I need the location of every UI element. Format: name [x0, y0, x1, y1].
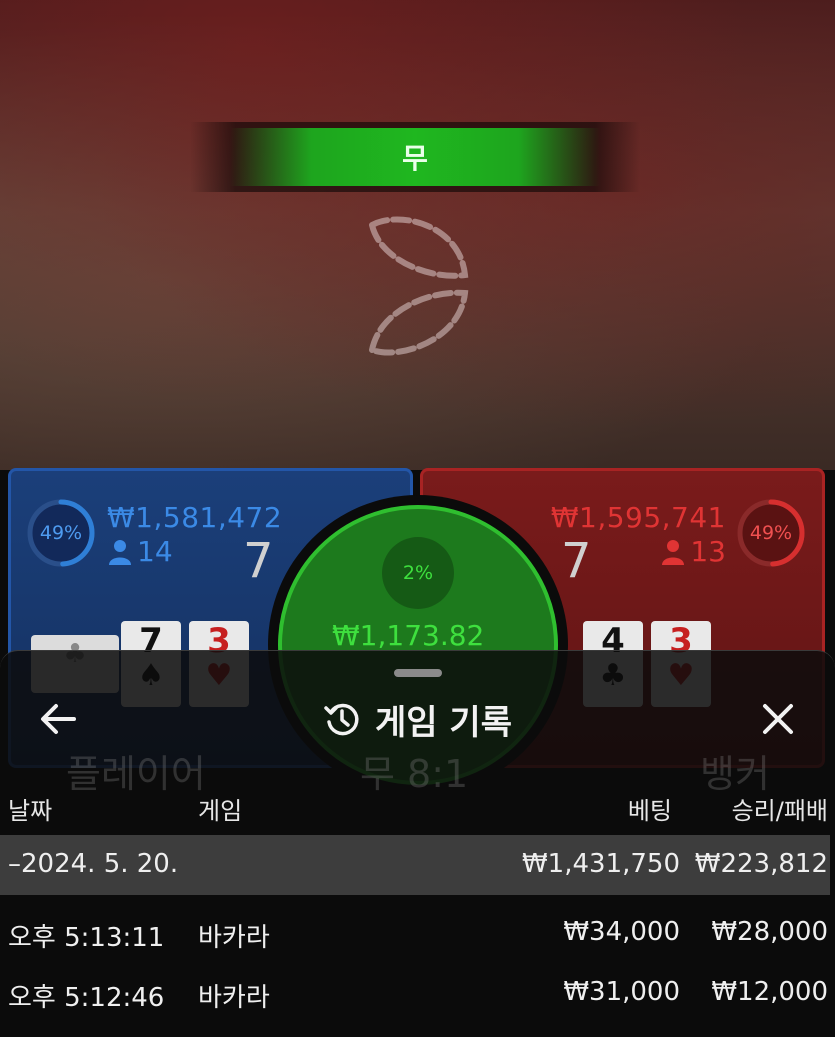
live-video-area: 무: [0, 0, 835, 470]
player-bettor-count: 14: [109, 535, 173, 568]
row-bet: ₩31,000: [563, 977, 680, 1007]
result-bar: 무: [230, 128, 600, 186]
player-score: 7: [243, 533, 274, 589]
row-bet: ₩34,000: [563, 917, 680, 947]
game-history-sheet: 플레이어 무 8:1 뱅커 게임 기록 날짜 게임 베팅 승리/패배 –2024…: [0, 650, 835, 1037]
person-icon: [662, 539, 685, 565]
loading-logo-icon: [368, 216, 469, 356]
player-percent: 49%: [39, 522, 83, 544]
banker-percent-ring: 49%: [735, 497, 807, 569]
row-time: 오후 5:13:11: [8, 923, 165, 953]
date-group-row[interactable]: –2024. 5. 20. ₩1,431,750 ₩223,812: [0, 835, 830, 895]
result-label: 무: [402, 142, 428, 175]
date-group-win-total: ₩223,812: [694, 849, 828, 879]
banker-percent: 49%: [749, 522, 793, 544]
banker-score: 7: [561, 533, 592, 589]
ghost-tie-label: 무 8:1: [360, 752, 469, 796]
banker-bettor-count-value: 13: [690, 535, 726, 568]
banker-bettor-count: 13: [662, 535, 726, 568]
date-group-bet-total: ₩1,431,750: [521, 849, 680, 879]
history-icon: [324, 703, 359, 736]
close-button[interactable]: [756, 697, 800, 741]
sheet-drag-handle[interactable]: [394, 669, 442, 677]
close-icon: [763, 704, 793, 734]
date-group-label: –2024. 5. 20.: [8, 849, 179, 879]
player-percent-ring: 49%: [25, 497, 97, 569]
ghost-banker-label: 뱅커: [700, 752, 770, 796]
column-header-date: 날짜: [8, 797, 53, 825]
player-bet-amount: ₩1,581,472: [107, 501, 283, 534]
tie-bet-amount: ₩1,173.82: [332, 619, 485, 652]
sheet-title: 게임 기록: [375, 702, 512, 743]
row-game: 바카라: [198, 923, 270, 953]
banker-bet-amount: ₩1,595,741: [550, 501, 726, 534]
person-icon: [109, 539, 131, 565]
row-result: ₩12,000: [711, 977, 828, 1007]
player-bettor-count-value: 14: [137, 535, 173, 568]
sheet-header: 게임 기록: [0, 691, 835, 747]
column-header-win-loss: 승리/패배: [731, 797, 828, 825]
column-header-game: 게임: [198, 797, 243, 825]
row-result: ₩28,000: [711, 917, 828, 947]
tie-percent: 2%: [382, 537, 454, 609]
row-game: 바카라: [198, 983, 270, 1013]
column-header-bet: 베팅: [627, 797, 672, 825]
result-banner: 무: [190, 122, 640, 192]
row-time: 오후 5:12:46: [8, 983, 165, 1013]
ghost-player-label: 플레이어: [66, 752, 206, 796]
